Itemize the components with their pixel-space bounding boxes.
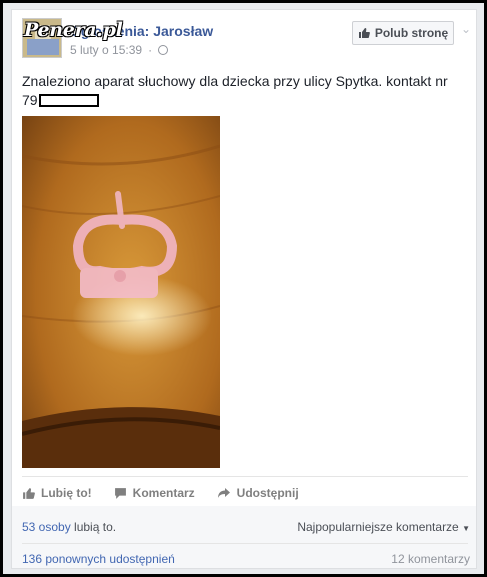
post-meta: 5 luty o 15:39 · (70, 43, 169, 57)
post-phone-prefix: 79 (22, 92, 38, 108)
redaction-box (38, 94, 99, 107)
comment-button[interactable]: Komentarz (114, 486, 195, 500)
hearing-aid-photo (22, 116, 220, 468)
shares-row: 136 ponownych udostępnień 12 komentarzy (22, 552, 470, 566)
post-actions: Lubię to! Komentarz Udostępnij (22, 486, 321, 500)
likes-row: 53 osoby lubią to. Najpopularniejsze kom… (22, 520, 470, 534)
post-timestamp[interactable]: 5 luty o 15:39 (70, 43, 142, 57)
post-card: Penera.pl Ogłoszenia: Jarosław 5 luty o … (11, 9, 477, 569)
share-button[interactable]: Udostępnij (217, 486, 299, 500)
likes-count-link[interactable]: 53 osoby (22, 520, 71, 534)
sort-comments-dropdown[interactable]: Najpopularniejsze komentarze ▼ (297, 520, 470, 534)
thumbs-up-icon (23, 487, 35, 499)
shares-link[interactable]: 136 ponownych udostępnień (22, 552, 175, 566)
comment-icon (114, 487, 126, 499)
sort-comments-label: Najpopularniejsze komentarze (297, 520, 459, 534)
screenshot-frame: Penera.pl Ogłoszenia: Jarosław 5 luty o … (3, 3, 484, 574)
share-arrow-icon (217, 488, 230, 498)
like-label: Lubię to! (41, 486, 92, 500)
likes-suffix: lubią to. (74, 520, 117, 534)
post-footer: 53 osoby lubią to. Najpopularniejsze kom… (12, 506, 476, 568)
caret-down-icon: ▼ (462, 524, 470, 533)
watermark-logo: Penera.pl (24, 19, 123, 41)
thumbs-up-icon (358, 28, 370, 38)
comment-label: Komentarz (132, 486, 195, 500)
like-page-button[interactable]: Polub stronę (352, 21, 454, 45)
globe-icon (158, 45, 169, 55)
post-body: Znaleziono aparat słuchowy dla dziecka p… (22, 72, 462, 110)
chevron-down-icon[interactable]: ⌄ (461, 22, 471, 36)
like-page-label: Polub stronę (374, 26, 449, 40)
comments-count[interactable]: 12 komentarzy (391, 552, 470, 566)
share-label: Udostępnij (236, 486, 299, 500)
post-text-main: Znaleziono aparat słuchowy dla dziecka p… (22, 73, 448, 89)
like-button[interactable]: Lubię to! (22, 486, 92, 500)
post-photo[interactable] (22, 116, 220, 468)
